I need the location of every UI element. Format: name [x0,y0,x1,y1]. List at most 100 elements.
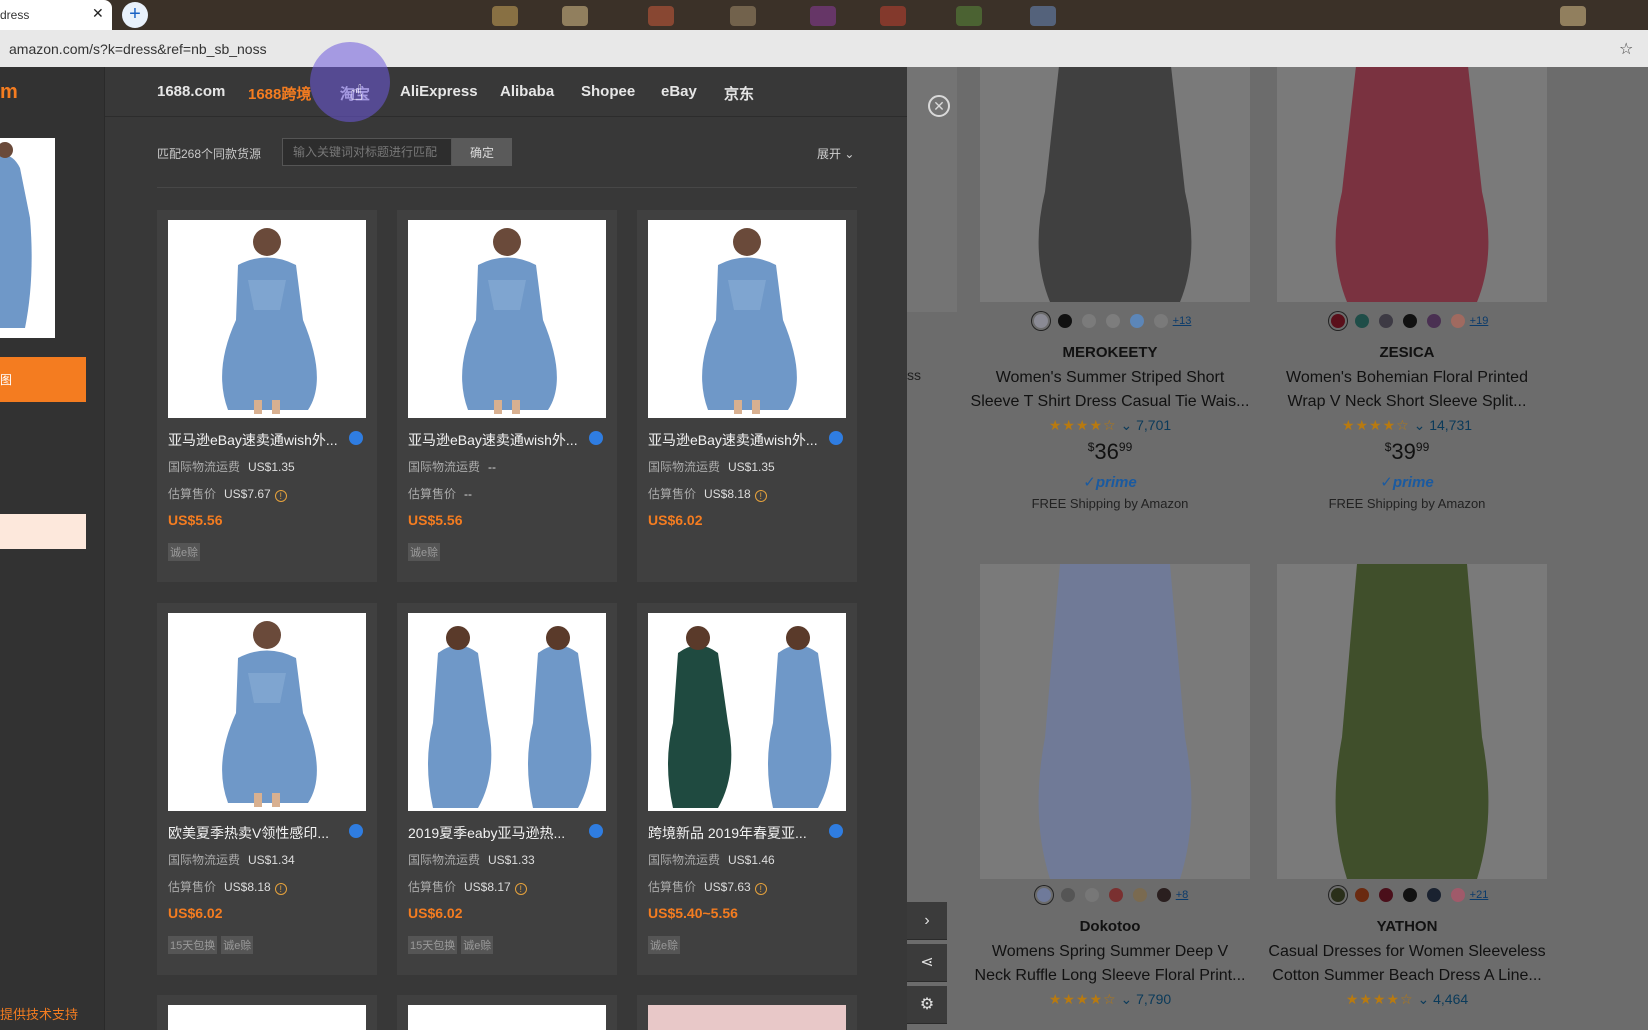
product-card-partial[interactable] [157,995,377,1030]
amazon-title-line-1[interactable]: Womens Spring Summer Deep V [965,940,1255,964]
amazon-product-image[interactable] [1277,564,1547,879]
amazon-title-line-2[interactable]: Wrap V Neck Short Sleeve Split... [1262,390,1552,414]
product-card[interactable]: 亚马逊eBay速卖通wish外... 国际物流运费 US$1.35 估算售价 US$8.… [637,210,857,582]
color-swatch[interactable] [1084,888,1099,902]
color-swatch[interactable] [1378,888,1393,902]
color-swatch[interactable] [1108,888,1123,902]
address-bar[interactable]: amazon.com/s?k=dress&ref=nb_sb_noss ☆ [0,30,1648,67]
color-swatch[interactable] [1033,314,1048,328]
close-panel-icon[interactable]: ✕ [928,95,950,117]
bookmark-icon[interactable] [1560,6,1586,26]
product-image[interactable] [408,220,606,418]
amazon-product-image[interactable] [1277,67,1547,302]
amazon-title-line-2[interactable]: Neck Ruffle Long Sleeve Floral Print... [965,964,1255,988]
product-card[interactable]: 欧美夏季热卖V领性感印... 国际物流运费 US$1.34 估算售价 US$8.18! U… [157,603,377,975]
amazon-title-line-2[interactable]: Sleeve T Shirt Dress Casual Tie Wais... [965,390,1255,414]
product-image[interactable] [648,1005,846,1030]
product-image[interactable] [408,613,606,811]
product-title[interactable]: 亚马逊eBay速卖通wish外... [168,430,348,450]
more-colors-link[interactable]: +13 [1173,315,1192,327]
settings-icon[interactable]: ⚙ [907,986,947,1024]
info-icon[interactable]: ! [754,490,767,502]
info-icon[interactable]: ! [274,883,287,895]
more-colors-link[interactable]: +8 [1176,889,1189,901]
bookmark-icon[interactable] [648,6,674,26]
keyword-filter-input[interactable] [282,138,452,166]
bookmark-icon[interactable] [880,6,906,26]
color-swatch[interactable] [1450,314,1465,328]
color-swatch[interactable] [1132,888,1147,902]
product-image[interactable] [168,613,366,811]
amazon-title-line-1[interactable]: Casual Dresses for Women Sleeveless [1262,940,1552,964]
share-icon[interactable]: ⋖ [907,944,947,982]
image-search-button[interactable]: 图 [0,357,86,402]
product-title[interactable]: 亚马逊eBay速卖通wish外... [408,430,588,450]
color-swatch[interactable] [1426,314,1441,328]
info-icon[interactable]: ! [274,490,287,502]
color-swatch[interactable] [1402,888,1417,902]
product-card[interactable]: 跨境新品 2019年春夏亚... 国际物流运费 US$1.46 估算售价 US$7.63… [637,603,857,975]
product-card[interactable]: 亚马逊eBay速卖通wish外... 国际物流运费 US$1.35 估算售价 US$7.… [157,210,377,582]
panel-side-option[interactable] [0,514,86,549]
site-tab-ebay[interactable]: eBay [661,83,697,100]
expand-toggle[interactable]: 展开 ⌄ [817,145,854,162]
color-swatch[interactable] [1378,314,1393,328]
more-colors-link[interactable]: +19 [1470,315,1489,327]
amazon-product-image[interactable] [980,564,1250,879]
bookmark-star-icon[interactable]: ☆ [1619,39,1633,59]
amazon-rating[interactable]: ★★★★☆ ⌄ 14,731 [1262,417,1552,434]
info-icon[interactable]: ! [514,883,527,895]
color-swatch[interactable] [1036,888,1051,902]
product-card-partial[interactable] [637,995,857,1030]
rating-count[interactable]: 4,464 [1433,991,1468,1007]
color-swatch[interactable] [1081,314,1096,328]
confirm-button[interactable]: 确定 [452,138,512,166]
amazon-title-line-2[interactable]: Cotton Summer Beach Dress A Line... [1262,964,1552,988]
bookmark-icon[interactable] [730,6,756,26]
site-tab-alibaba[interactable]: Alibaba [500,83,554,100]
product-title[interactable]: 跨境新品 2019年春夏亚... [648,823,828,843]
product-image[interactable] [408,1005,606,1030]
product-image[interactable] [168,220,366,418]
site-tab-jd[interactable]: 京东 [724,83,754,104]
color-swatch[interactable] [1354,314,1369,328]
tab-close-icon[interactable]: ✕ [92,5,104,22]
site-tab-aliexpress[interactable]: AliExpress [400,83,478,100]
color-swatch[interactable] [1156,888,1171,902]
product-title[interactable]: 亚马逊eBay速卖通wish外... [648,430,828,450]
rating-count[interactable]: 7,790 [1136,991,1171,1007]
bookmark-icon[interactable] [562,6,588,26]
color-swatch[interactable] [1153,314,1168,328]
more-colors-link[interactable]: +21 [1470,889,1489,901]
browser-tab[interactable]: dress ✕ [0,0,112,30]
color-swatch[interactable] [1426,888,1441,902]
amazon-product-image[interactable] [980,67,1250,302]
color-swatch[interactable] [1402,314,1417,328]
site-tab-1688-crossborder[interactable]: 1688跨境 [248,83,311,104]
bookmark-icon[interactable] [1030,6,1056,26]
amazon-title-line-1[interactable]: Women's Bohemian Floral Printed [1262,366,1552,390]
color-swatch[interactable] [1330,314,1345,328]
product-image[interactable] [168,1005,366,1030]
chevron-right-icon[interactable]: › [907,902,947,940]
amazon-title-line-1[interactable]: Women's Summer Striped Short [965,366,1255,390]
product-image[interactable] [648,220,846,418]
product-card-partial[interactable] [397,995,617,1030]
new-tab-button[interactable]: + [122,2,148,28]
color-swatch[interactable] [1450,888,1465,902]
amazon-rating[interactable]: ★★★★☆ ⌄ 4,464 [1262,991,1552,1008]
rating-count[interactable]: 7,701 [1136,417,1171,433]
color-swatch[interactable] [1354,888,1369,902]
product-image[interactable] [648,613,846,811]
info-icon[interactable]: ! [754,883,767,895]
product-title[interactable]: 2019夏季eaby亚马逊热... [408,823,588,843]
color-swatch[interactable] [1060,888,1075,902]
url-text[interactable]: amazon.com/s?k=dress&ref=nb_sb_noss [9,41,267,57]
product-title[interactable]: 欧美夏季热卖V领性感印... [168,823,348,843]
color-swatch[interactable] [1330,888,1345,902]
amazon-rating[interactable]: ★★★★☆ ⌄ 7,790 [965,991,1255,1008]
rating-count[interactable]: 14,731 [1429,417,1472,433]
color-swatch[interactable] [1129,314,1144,328]
color-swatch[interactable] [1057,314,1072,328]
color-swatch[interactable] [1105,314,1120,328]
